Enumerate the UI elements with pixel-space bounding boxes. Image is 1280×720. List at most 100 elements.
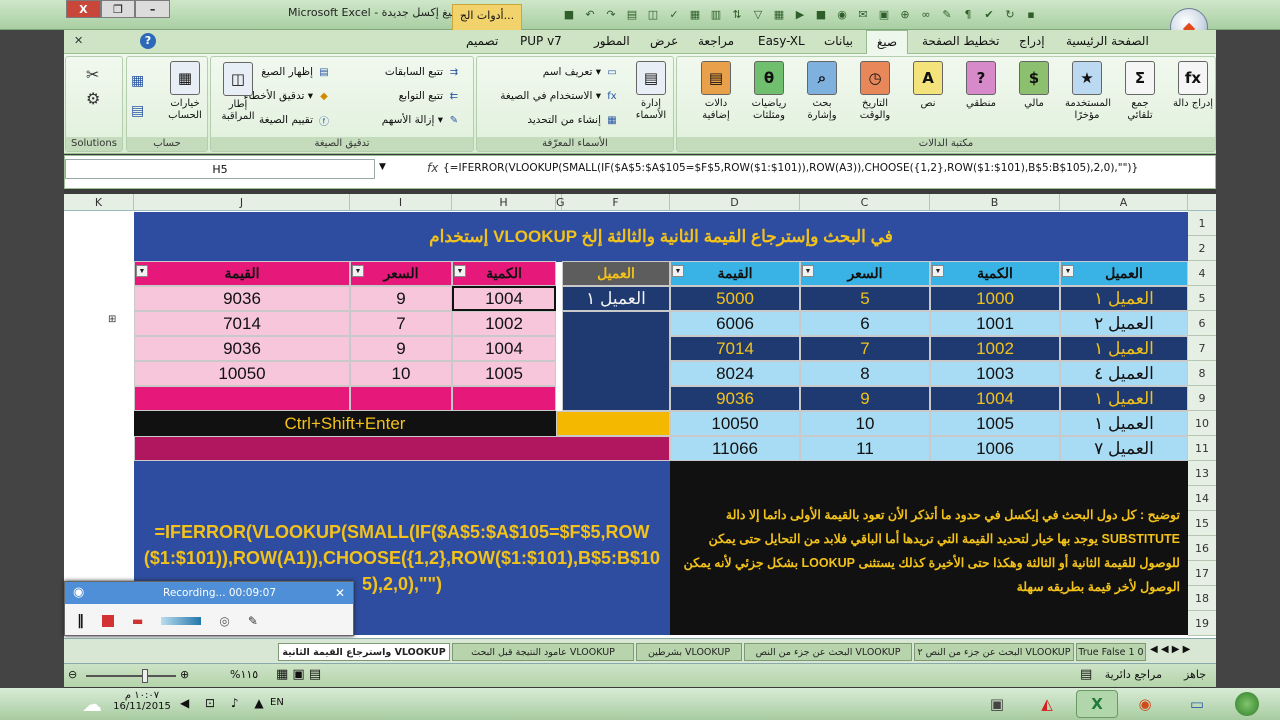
row-header-4[interactable]: 6 <box>1188 311 1216 336</box>
create-from-selection-button[interactable]: إنشاء من التحديد ▦ <box>527 113 619 127</box>
tab-6[interactable]: بيانات <box>824 34 853 48</box>
col-header-7[interactable]: C <box>800 194 930 211</box>
func-btn-7[interactable]: ⌕ بحث وإشارة <box>800 61 844 122</box>
source-cell-3-0[interactable]: العميل ٤ <box>1060 361 1188 386</box>
camera-icon[interactable]: ◉ <box>833 5 851 23</box>
row-header-14[interactable]: 17 <box>1188 561 1216 586</box>
criteria-value[interactable]: العميل ١ <box>562 286 670 311</box>
col-header-3[interactable]: H <box>452 194 556 211</box>
result-cell-3-2[interactable]: 10050 <box>134 361 350 386</box>
calc-now-icon[interactable]: ▦ <box>131 73 144 89</box>
result-cell-3-1[interactable]: 10 <box>350 361 452 386</box>
tab-0[interactable]: تصميم <box>466 34 498 48</box>
magenta-strip[interactable] <box>134 436 670 461</box>
func-btn-4[interactable]: ? منطقي <box>959 61 1003 110</box>
media-taskbar-button[interactable]: ▣ <box>976 690 1018 718</box>
filter-dropdown-icon[interactable]: ▼ <box>136 265 148 277</box>
source-cell-2-1[interactable]: 1002 <box>930 336 1060 361</box>
zoom-slider[interactable] <box>86 675 176 677</box>
zoom-in-icon[interactable]: ⊕ <box>180 668 189 681</box>
source-cell-0-0[interactable]: العميل ١ <box>1060 286 1188 311</box>
explorer-taskbar-button[interactable]: ▭ <box>1176 690 1218 718</box>
source-cell-2-2[interactable]: 7 <box>800 336 930 361</box>
undo-icon[interactable]: ↶ <box>581 5 599 23</box>
filter-icon[interactable]: ▽ <box>749 5 767 23</box>
worksheet-grid[interactable]: KJIHGFDCBA 1 2 4 5 6 7 8 9 10 11 13 14 15 16 17 18 19 إس… <box>64 194 1216 638</box>
watch-window-button[interactable]: ◫ إطار المراقبة <box>216 62 260 123</box>
source-cell-4-3[interactable]: 9036 <box>670 386 800 411</box>
play-icon[interactable]: ▶ <box>791 5 809 23</box>
source-cell-1-1[interactable]: 1001 <box>930 311 1060 336</box>
func-btn-5[interactable]: A نص <box>906 61 950 110</box>
result-cell-4-1[interactable] <box>350 386 452 411</box>
row-header-2[interactable]: 4 <box>1188 261 1216 286</box>
webcam-icon[interactable]: ◎ <box>219 614 229 628</box>
source-cell-1-0[interactable]: العميل ٢ <box>1060 311 1188 336</box>
paint-icon[interactable]: ✎ <box>938 5 956 23</box>
col-header-8[interactable]: B <box>930 194 1060 211</box>
insert-function-icon[interactable]: fx <box>427 161 438 175</box>
result-cell-0-0[interactable]: 1004 <box>452 286 556 311</box>
filter-dropdown-icon[interactable]: ▼ <box>802 265 814 277</box>
stop-record-icon[interactable] <box>102 615 114 627</box>
func-btn-1[interactable]: Σ جمع تلقائي <box>1118 61 1162 122</box>
sheet-tab-1[interactable]: البحث عن جزء من النص ٢ VLOOKUP <box>914 643 1074 661</box>
result-header-2[interactable]: القيمة ▼ <box>134 261 350 286</box>
source-cell-0-1[interactable]: 1000 <box>930 286 1060 311</box>
calc-options-button[interactable]: ▦ خيارات الحساب <box>163 61 207 122</box>
start-button[interactable] <box>1226 690 1268 718</box>
calc-icon[interactable]: ▣ <box>875 5 893 23</box>
result-cell-2-2[interactable]: 9036 <box>134 336 350 361</box>
trace-dependents-button[interactable]: تتبع التوابع ⇇ <box>399 89 461 103</box>
formula-input[interactable]: {=IFERROR(VLOOKUP(SMALL(IF($A$5:$A$105=$… <box>443 162 1138 174</box>
print-icon[interactable]: ▤ <box>623 5 641 23</box>
source-header-3[interactable]: القيمة ▼ <box>670 261 800 286</box>
source-cell-2-3[interactable]: 7014 <box>670 336 800 361</box>
paste-options-icon[interactable]: ⊞ <box>108 314 116 325</box>
arrow-icon[interactable]: ↻ <box>1001 5 1019 23</box>
source-header-0[interactable]: العميل ▼ <box>1060 261 1188 286</box>
abc-icon[interactable]: ✔ <box>980 5 998 23</box>
zoom-level[interactable]: %١١٥ <box>230 668 258 681</box>
filter-dropdown-icon[interactable]: ▼ <box>352 265 364 277</box>
zoom-slider-thumb[interactable] <box>142 669 148 683</box>
result-cell-0-1[interactable]: 9 <box>350 286 452 311</box>
result-header-1[interactable]: السعر ▼ <box>350 261 452 286</box>
tools-icon[interactable]: ✂ <box>86 65 99 84</box>
row-header-12[interactable]: 15 <box>1188 511 1216 536</box>
source-cell-0-2[interactable]: 5 <box>800 286 930 311</box>
col-header-2[interactable]: I <box>350 194 452 211</box>
row-header-3[interactable]: 5 <box>1188 286 1216 311</box>
col-header-9[interactable]: A <box>1060 194 1188 211</box>
source-cell-1-3[interactable]: 6006 <box>670 311 800 336</box>
preview-icon[interactable]: ◫ <box>644 5 662 23</box>
view-buttons-icon[interactable]: ▦ ▣ ▤ <box>276 667 321 682</box>
source-cell-6-3[interactable]: 11066 <box>670 436 800 461</box>
define-name-button[interactable]: تعريف اسم ▾ ▭ <box>543 65 619 79</box>
show-desktop-icon[interactable]: ☁ <box>82 692 102 716</box>
source-cell-2-0[interactable]: العميل ١ <box>1060 336 1188 361</box>
source-cell-3-2[interactable]: 8 <box>800 361 930 386</box>
row-header-5[interactable]: 7 <box>1188 336 1216 361</box>
source-header-2[interactable]: السعر ▼ <box>800 261 930 286</box>
ribbon-close-icon[interactable]: ✕ <box>74 34 83 47</box>
help-icon[interactable]: ? <box>140 33 156 49</box>
filter-dropdown-icon[interactable]: ▼ <box>672 265 684 277</box>
tab-2[interactable]: المطور <box>594 34 630 48</box>
row-header-13[interactable]: 16 <box>1188 536 1216 561</box>
email-icon[interactable]: ✉ <box>854 5 872 23</box>
tray-icons[interactable]: ◀ ⊡ ♪ ▲ <box>180 696 270 710</box>
pause-icon[interactable]: ‖ <box>77 613 84 629</box>
macro-record-icon[interactable]: ▤ <box>1080 667 1092 682</box>
table-icon[interactable]: ▦ <box>686 5 704 23</box>
sheet-tab-3[interactable]: بشرطين VLOOKUP <box>636 643 742 661</box>
sheet-tab-0[interactable]: True False 1 0 <box>1076 643 1146 661</box>
sort-icon[interactable]: ⇅ <box>728 5 746 23</box>
source-cell-5-1[interactable]: 1005 <box>930 411 1060 436</box>
show-formulas-button[interactable]: إظهار الصيغ ▤ <box>261 65 331 79</box>
source-cell-6-0[interactable]: العميل ٧ <box>1060 436 1188 461</box>
source-cell-5-3[interactable]: 10050 <box>670 411 800 436</box>
redo-icon[interactable]: ↷ <box>602 5 620 23</box>
source-cell-1-2[interactable]: 6 <box>800 311 930 336</box>
row-header-9[interactable]: 11 <box>1188 436 1216 461</box>
